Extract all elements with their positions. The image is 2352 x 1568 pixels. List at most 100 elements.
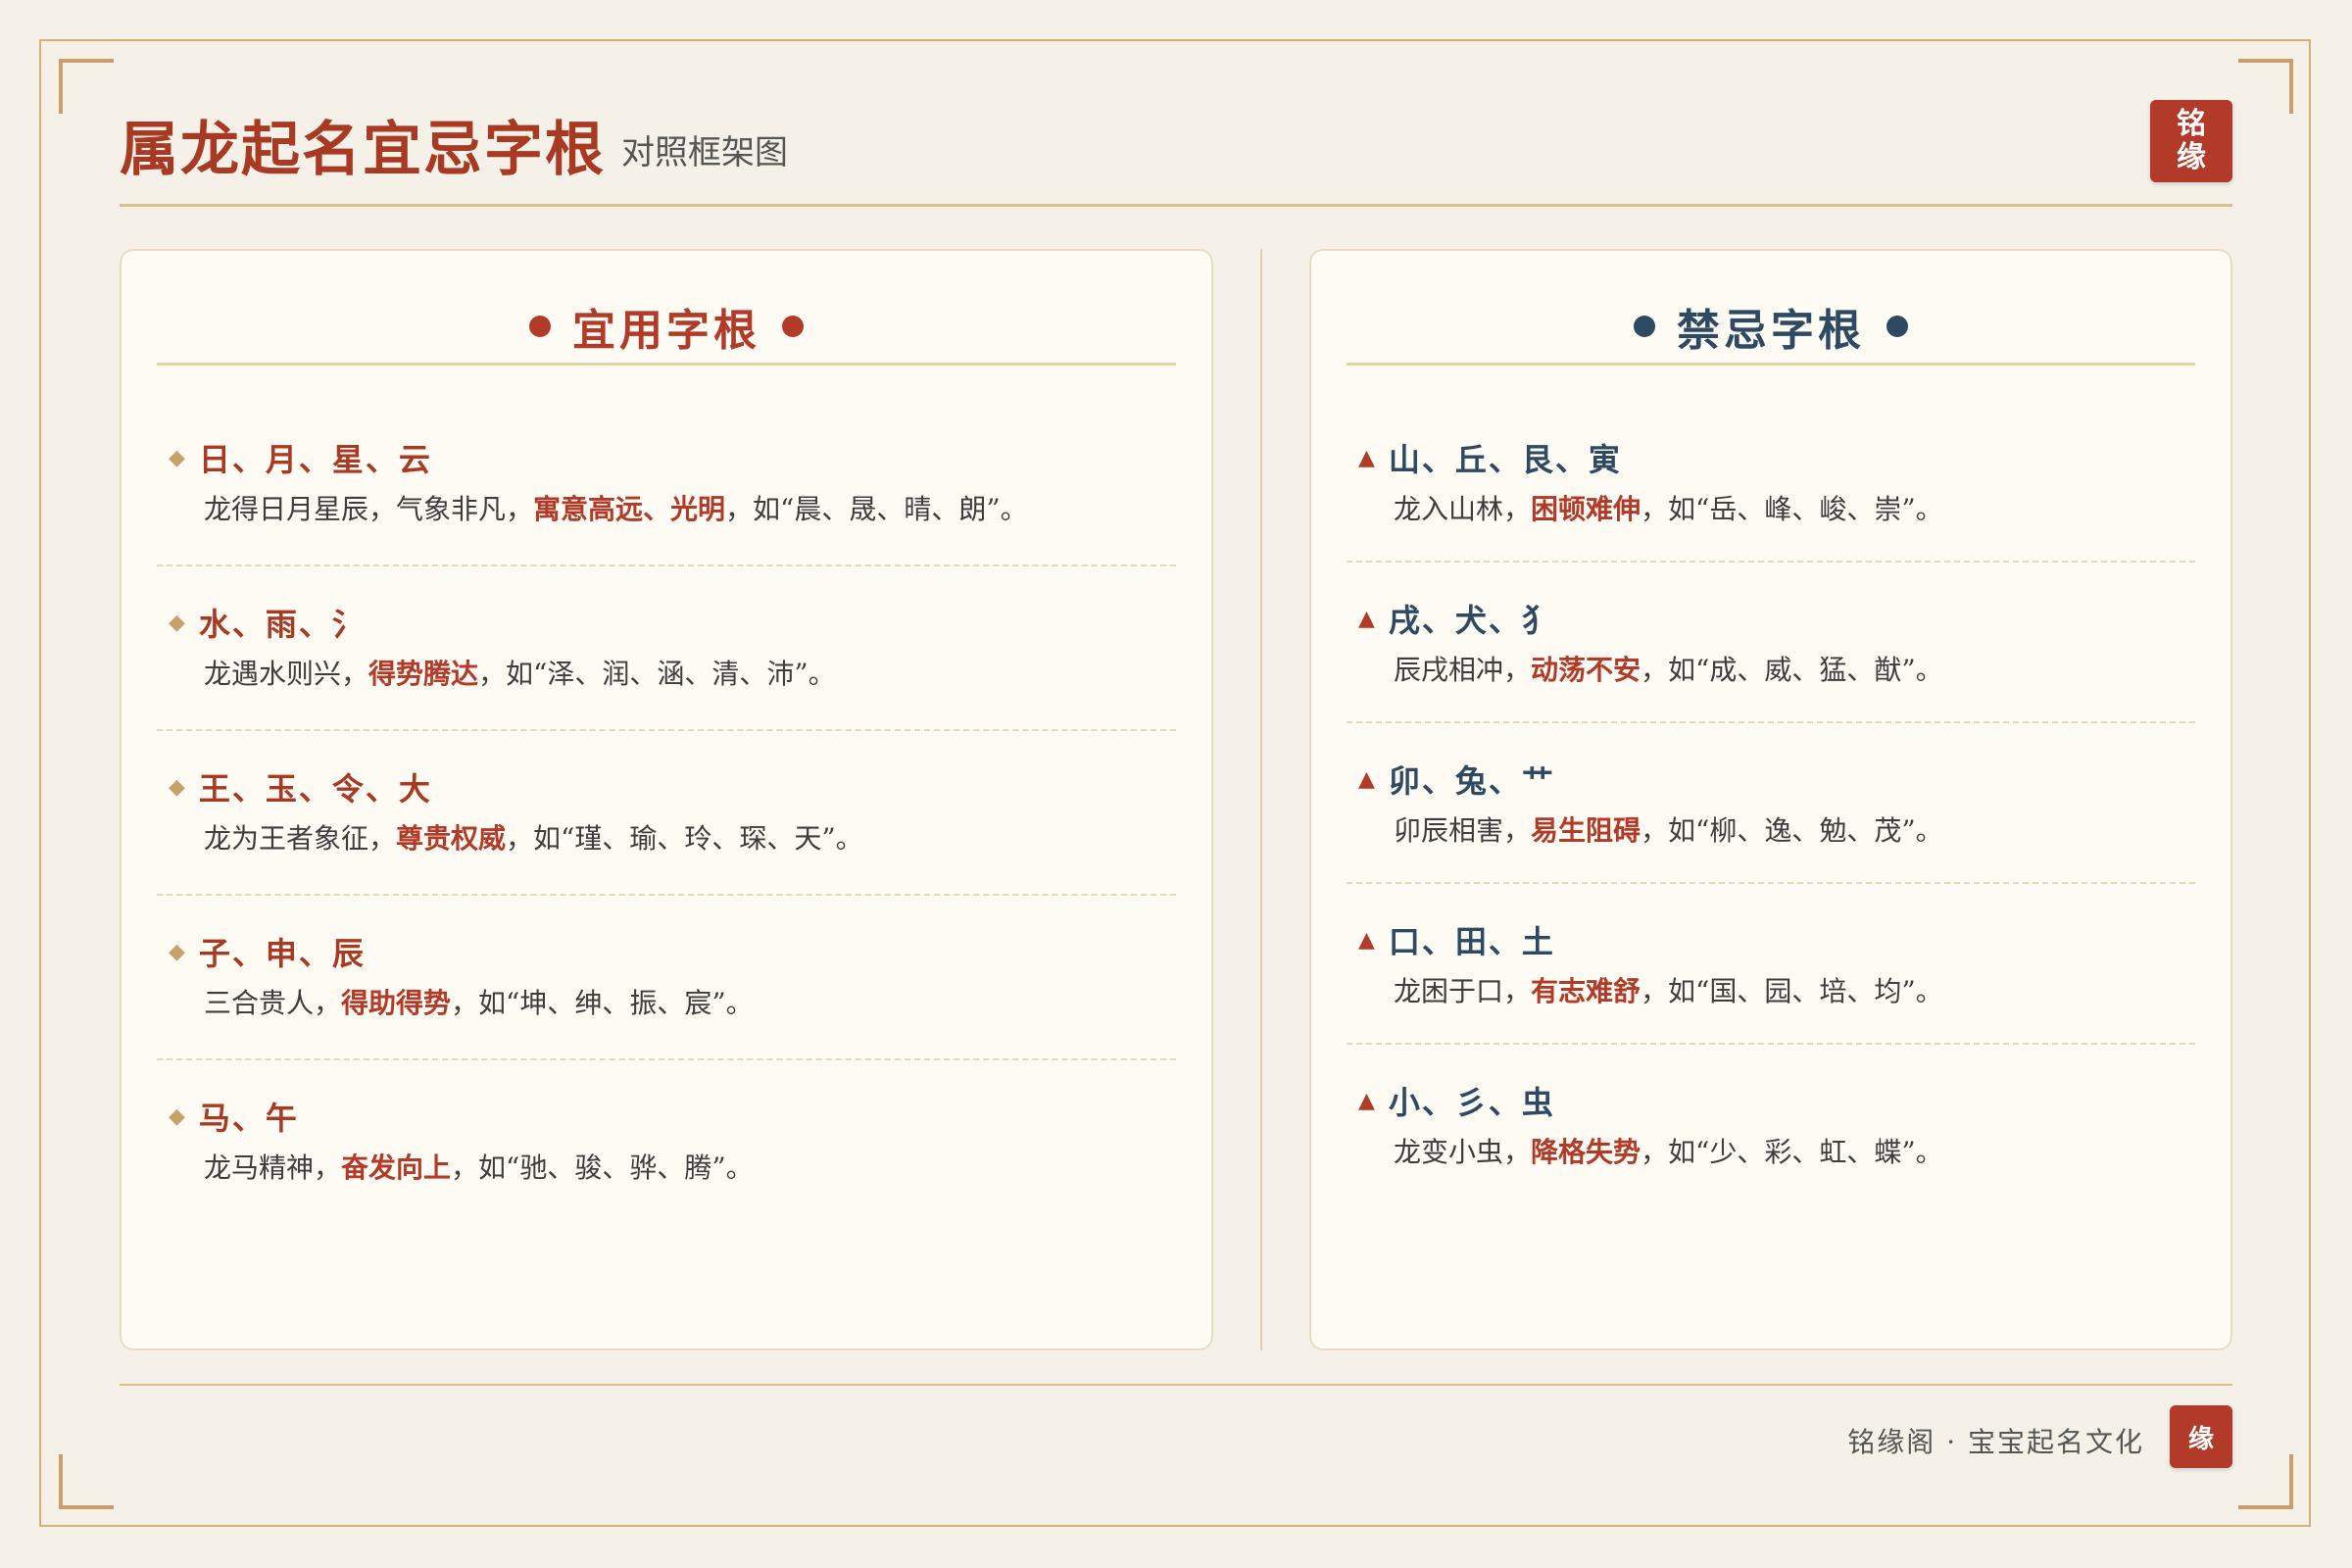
desc-examples: ，如“柳、逸、勉、茂”。	[1641, 814, 1943, 847]
desc-highlight: 困顿难伸	[1531, 493, 1642, 525]
desc-text: 龙困于口，	[1394, 975, 1532, 1007]
triangle-icon: ▲	[1358, 606, 1377, 631]
desc-highlight: 奋发向上	[341, 1152, 452, 1184]
item-description: 卯辰相害，易生阻碍，如“柳、逸、勉、茂”。	[1394, 809, 1943, 849]
item-title: ▲ 山、丘、艮、寅	[1358, 435, 1622, 480]
desc-text: 龙入山林，	[1394, 493, 1532, 525]
dot-icon	[529, 316, 551, 337]
item-title: ◆ 水、雨、氵	[169, 600, 366, 645]
desc-highlight: 尊贵权威	[396, 822, 507, 855]
desc-examples: ，如“成、威、猛、猷”。	[1641, 654, 1943, 686]
item-title: ◆ 日、月、星、云	[169, 435, 432, 480]
item-description: 龙得日月星辰，气象非凡，寓意高远、光明，如“晨、晟、晴、朗”。	[204, 488, 1028, 527]
dot-icon	[1886, 316, 1908, 337]
triangle-icon: ▲	[1358, 927, 1377, 953]
footer-seal-stamp: 缘	[2170, 1405, 2232, 1468]
desc-highlight: 得势腾达	[368, 658, 479, 690]
item-title: ▲ 戌、犬、犭	[1358, 596, 1555, 641]
list-item: ▲ 戌、犬、犭 辰戌相冲，动荡不安，如“成、威、猛、猷”。	[1347, 563, 2195, 723]
desc-text: 龙马精神，	[204, 1152, 342, 1184]
list-item: ▲ 卯、兔、艹 卯辰相害，易生阻碍，如“柳、逸、勉、茂”。	[1347, 723, 2195, 884]
diamond-icon: ◆	[169, 445, 187, 470]
diamond-icon: ◆	[169, 774, 187, 800]
desc-examples: ，如“少、彩、虹、蝶”。	[1641, 1136, 1943, 1168]
item-title-text: 子、申、辰	[198, 935, 366, 972]
item-description: 龙马精神，奋发向上，如“驰、骏、骅、腾”。	[204, 1147, 754, 1186]
desc-text: 辰戌相冲，	[1394, 654, 1532, 686]
favorable-panel-heading: 宜用字根	[157, 290, 1176, 366]
desc-examples: ，如“坤、绅、振、宸”。	[451, 987, 754, 1019]
desc-text: 龙遇水则兴，	[204, 658, 369, 690]
item-title: ◆ 子、申、辰	[169, 929, 366, 974]
desc-highlight: 得助得势	[341, 987, 452, 1019]
desc-examples: ，如“瑾、瑜、玲、琛、天”。	[506, 822, 863, 855]
item-title-text: 王、玉、令、大	[198, 770, 432, 808]
item-description: 三合贵人，得助得势，如“坤、绅、振、宸”。	[204, 982, 754, 1021]
desc-highlight: 降格失势	[1531, 1136, 1642, 1168]
list-item: ◆ 子、申、辰 三合贵人，得助得势，如“坤、绅、振、宸”。	[157, 896, 1176, 1060]
item-title-text: 日、月、星、云	[198, 441, 432, 478]
dot-icon	[782, 316, 804, 337]
item-description: 龙遇水则兴，得势腾达，如“泽、润、涵、清、沛”。	[204, 653, 836, 692]
corner-ornament-top-right	[2238, 59, 2293, 114]
desc-examples: ，如“岳、峰、峻、崇”。	[1641, 493, 1943, 525]
desc-highlight: 动荡不安	[1531, 654, 1642, 686]
item-description: 辰戌相冲，动荡不安，如“成、威、猛、猷”。	[1394, 649, 1943, 688]
item-description: 龙困于口，有志难舒，如“国、园、培、均”。	[1394, 970, 1943, 1009]
corner-ornament-top-left	[59, 59, 114, 114]
item-title: ▲ 卯、兔、艹	[1358, 757, 1555, 802]
list-item: ◆ 水、雨、氵 龙遇水则兴，得势腾达，如“泽、润、涵、清、沛”。	[157, 566, 1176, 731]
list-item: ◆ 王、玉、令、大 龙为王者象征，尊贵权威，如“瑾、瑜、玲、琛、天”。	[157, 731, 1176, 896]
taboo-heading-text: 禁忌字根	[1677, 306, 1865, 356]
list-item: ▲ 小、彡、虫 龙变小虫，降格失势，如“少、彩、虹、蝶”。	[1347, 1045, 2195, 1205]
triangle-icon: ▲	[1358, 1088, 1377, 1113]
seal-char-1: 铭	[2177, 107, 2206, 141]
footer-divider	[120, 1384, 2232, 1386]
triangle-icon: ▲	[1358, 766, 1377, 792]
item-title: ◆ 王、玉、令、大	[169, 764, 432, 809]
favorable-list: ◆ 日、月、星、云 龙得日月星辰，气象非凡，寓意高远、光明，如“晨、晟、晴、朗”。…	[157, 402, 1176, 1225]
taboo-panel-heading: 禁忌字根	[1347, 290, 2195, 366]
favorable-panel: 宜用字根 ◆ 日、月、星、云 龙得日月星辰，气象非凡，寓意高远、光明，如“晨、晟、…	[120, 249, 1213, 1350]
diamond-icon: ◆	[169, 1103, 187, 1129]
list-item: ▲ 口、田、土 龙困于口，有志难舒，如“国、园、培、均”。	[1347, 884, 2195, 1045]
item-title-text: 山、丘、艮、寅	[1388, 441, 1622, 478]
desc-examples: ，如“晨、晟、晴、朗”。	[725, 493, 1028, 525]
item-title: ▲ 小、彡、虫	[1358, 1078, 1555, 1123]
page-subtitle: 对照框架图	[621, 133, 788, 172]
item-title-text: 小、彡、虫	[1388, 1084, 1555, 1121]
desc-text: 龙变小虫，	[1394, 1136, 1532, 1168]
desc-highlight: 易生阻碍	[1531, 814, 1642, 847]
desc-highlight: 有志难舒	[1531, 975, 1642, 1007]
desc-examples: ，如“驰、骏、骅、腾”。	[451, 1152, 754, 1184]
desc-highlight: 寓意高远、光明	[533, 493, 726, 525]
item-description: 龙变小虫，降格失势，如“少、彩、虹、蝶”。	[1394, 1131, 1943, 1170]
item-title-text: 马、午	[198, 1100, 299, 1137]
taboo-list: ▲ 山、丘、艮、寅 龙入山林，困顿难伸，如“岳、峰、峻、崇”。 ▲ 戌、犬、犭 辰戌…	[1347, 402, 2195, 1205]
list-item: ◆ 日、月、星、云 龙得日月星辰，气象非凡，寓意高远、光明，如“晨、晟、晴、朗”。	[157, 402, 1176, 566]
item-title: ▲ 口、田、土	[1358, 917, 1555, 962]
corner-ornament-bottom-right	[2238, 1454, 2293, 1509]
item-title-text: 口、田、土	[1388, 923, 1555, 960]
item-title-text: 水、雨、氵	[198, 606, 366, 643]
corner-ornament-bottom-left	[59, 1454, 114, 1509]
desc-examples: ，如“国、园、培、均”。	[1641, 975, 1943, 1007]
seal-char-2: 缘	[2177, 140, 2206, 174]
desc-examples: ，如“泽、润、涵、清、沛”。	[478, 658, 836, 690]
seal-stamp: 铭 缘	[2150, 100, 2232, 182]
desc-text: 龙为王者象征，	[204, 822, 397, 855]
taboo-panel: 禁忌字根 ▲ 山、丘、艮、寅 龙入山林，困顿难伸，如“岳、峰、峻、崇”。 ▲ 戌、犬…	[1309, 249, 2232, 1350]
item-title: ◆ 马、午	[169, 1094, 299, 1139]
favorable-heading-text: 宜用字根	[572, 306, 760, 356]
item-title-text: 戌、犬、犭	[1388, 602, 1555, 639]
item-description: 龙入山林，困顿难伸，如“岳、峰、峻、崇”。	[1394, 488, 1943, 527]
diamond-icon: ◆	[169, 939, 187, 964]
panel-divider	[1260, 249, 1262, 1350]
list-item: ▲ 山、丘、艮、寅 龙入山林，困顿难伸，如“岳、峰、峻、崇”。	[1347, 402, 2195, 563]
desc-text: 三合贵人，	[204, 987, 342, 1019]
header-divider	[120, 204, 2232, 207]
list-item: ◆ 马、午 龙马精神，奋发向上，如“驰、骏、骅、腾”。	[157, 1060, 1176, 1225]
dot-icon	[1634, 316, 1655, 337]
triangle-icon: ▲	[1358, 445, 1377, 470]
item-title-text: 卯、兔、艹	[1388, 762, 1555, 800]
